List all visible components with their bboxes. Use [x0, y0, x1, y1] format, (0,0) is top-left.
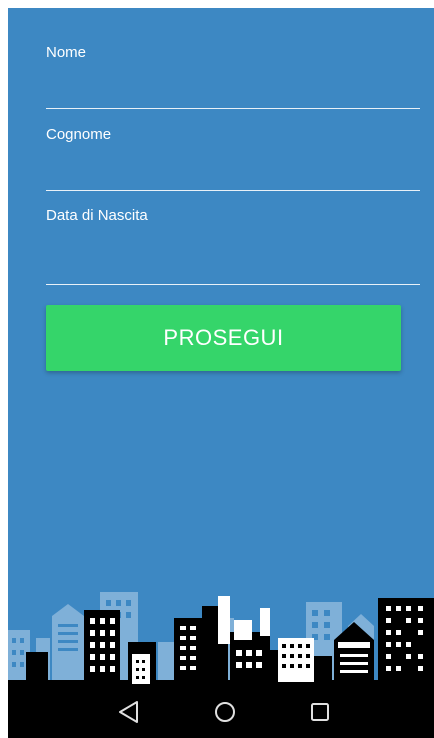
android-navigation-bar	[8, 686, 434, 738]
home-icon[interactable]	[207, 696, 243, 728]
back-icon[interactable]	[111, 696, 147, 728]
app-screen: Nome Cognome Data di Nascita PROSEGUI	[8, 8, 434, 738]
cognome-label: Cognome	[46, 126, 112, 143]
city-skyline-illustration	[8, 592, 434, 690]
prosegui-button[interactable]: PROSEGUI	[46, 305, 401, 371]
cognome-input[interactable]	[46, 162, 420, 191]
nome-label: Nome	[46, 44, 87, 61]
data-nascita-label: Data di Nascita	[46, 207, 148, 224]
nome-input[interactable]	[46, 80, 420, 109]
data-nascita-input[interactable]	[46, 256, 420, 285]
recent-apps-icon[interactable]	[302, 696, 338, 728]
